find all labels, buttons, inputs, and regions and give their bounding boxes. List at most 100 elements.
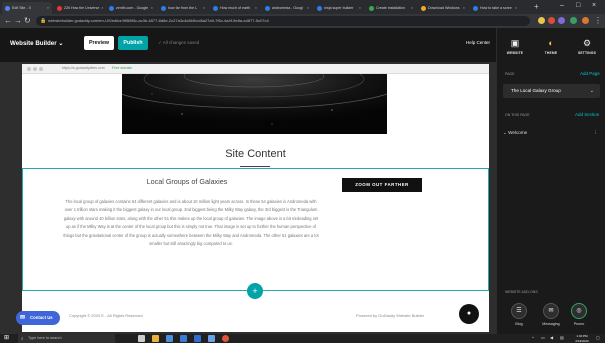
address-text: websitebuilder.godaddy.com/en-US/editor/… <box>48 18 269 23</box>
back-icon[interactable]: ← <box>4 16 12 25</box>
close-window-button[interactable]: × <box>592 2 596 9</box>
address-bar[interactable]: 🔒 websitebuilder.godaddy.com/en-US/edito… <box>36 16 530 26</box>
galaxy-image <box>122 74 387 134</box>
extension-icon[interactable] <box>570 17 577 24</box>
browser-tab[interactable]: Download Windows × <box>418 2 468 14</box>
task-view-icon[interactable] <box>138 335 145 342</box>
taskbar: ⊞ ⌕ Type here to search ^ ▭ ◀ ▤ 1:40 PM … <box>0 334 605 343</box>
browser-tab[interactable]: ninja super builder × <box>314 2 364 14</box>
close-tab-icon[interactable]: × <box>461 6 465 10</box>
extension-icon[interactable] <box>548 17 555 24</box>
window-dot <box>39 67 43 71</box>
chat-icon: ✉ <box>20 315 26 321</box>
zoom-out-button[interactable]: ZOOM OUT FARTHER <box>342 178 422 192</box>
close-tab-icon[interactable]: × <box>357 6 361 10</box>
preview-button[interactable]: Preview <box>84 36 114 50</box>
close-tab-icon[interactable]: × <box>45 6 49 10</box>
clock[interactable]: 1:40 PM 2/19/2020 <box>572 334 592 343</box>
close-tab-icon[interactable]: × <box>99 6 103 10</box>
divider <box>240 166 270 167</box>
browser-tab-strip: Edit Site - X × 226 How the Universe × zenit… <box>0 0 605 14</box>
add-section-button[interactable]: + <box>247 283 263 299</box>
file-explorer-icon[interactable] <box>152 335 159 342</box>
close-tab-icon[interactable]: × <box>305 6 309 10</box>
browser-tab[interactable]: zenith.com - Google × <box>106 2 156 14</box>
minimize-button[interactable]: – <box>560 2 564 9</box>
reload-icon[interactable]: ↻ <box>24 16 31 25</box>
close-tab-icon[interactable]: × <box>513 6 517 10</box>
browser-tab[interactable]: Create installation × <box>366 2 416 14</box>
maximize-button[interactable]: □ <box>576 2 580 9</box>
mail-icon[interactable] <box>180 335 187 342</box>
promo-icon[interactable]: ◎ <box>571 303 587 319</box>
contact-us-button[interactable]: ✉ Contact Us <box>16 311 60 325</box>
app-icon[interactable] <box>208 335 215 342</box>
palette-icon: ◐ <box>548 38 554 48</box>
store-icon[interactable] <box>166 335 173 342</box>
app-icon[interactable] <box>194 335 201 342</box>
new-tab-button[interactable]: + <box>534 2 539 11</box>
favicon-icon <box>421 5 426 11</box>
close-tab-icon[interactable]: × <box>201 6 205 10</box>
chrome-icon[interactable] <box>222 335 229 342</box>
tab-label: how far from the L <box>168 6 197 10</box>
browser-tab[interactable]: Edit Site - X × <box>2 2 52 14</box>
gear-icon: ⚙ <box>582 38 592 48</box>
notifications-icon[interactable]: ▢ <box>596 335 600 340</box>
favicon-icon <box>369 5 374 11</box>
chevron-up-icon[interactable]: ^ <box>532 335 534 340</box>
tab-website[interactable]: ▣ WEBSITE <box>497 38 533 55</box>
tab-label: Create installation <box>376 6 405 10</box>
website-builder-menu[interactable]: Website Builder ⌄ <box>10 40 64 47</box>
chevron-down-icon: ⌄ <box>589 88 594 94</box>
favicon-icon <box>57 5 62 11</box>
extension-icon[interactable] <box>538 17 545 24</box>
browser-toolbar: ← → ↻ 🔒 websitebuilder.godaddy.com/en-US… <box>0 14 605 28</box>
free-domain-badge[interactable]: Free domain <box>112 66 132 70</box>
tab-settings[interactable]: ⚙ SETTINGS <box>569 38 605 55</box>
close-tab-icon[interactable]: × <box>253 6 257 10</box>
browser-tab[interactable]: andromeda - Googl × <box>262 2 312 14</box>
network-icon[interactable]: ▭ <box>541 335 545 340</box>
favicon-icon <box>473 5 478 11</box>
keyboard-icon[interactable]: ▤ <box>560 335 564 340</box>
add-page-link[interactable]: Add Page <box>580 71 600 76</box>
add-section-link[interactable]: Add Section <box>575 112 599 117</box>
volume-icon[interactable]: ◀ <box>550 335 553 340</box>
close-tab-icon[interactable]: × <box>409 6 413 10</box>
save-status: ✓ All changes saved <box>158 40 200 45</box>
browser-tab[interactable]: How much of earth × <box>210 2 260 14</box>
site-preview: https://s-godaddysites.com Free domain S… <box>22 64 489 332</box>
forward-icon[interactable]: → <box>14 16 22 25</box>
promo-label: Promo <box>573 322 585 326</box>
browser-tab[interactable]: how far from the L × <box>158 2 208 14</box>
preview-browser-bar: https://s-godaddysites.com Free domain <box>22 64 489 74</box>
preview-url: https://s-godaddysites.com <box>62 66 105 70</box>
page-select[interactable]: The Local Galaxy Group ⌄ <box>503 84 600 98</box>
browser-tab[interactable]: 226 How the Universe × <box>54 2 104 14</box>
chat-icon[interactable]: ● <box>459 304 479 324</box>
hero-image[interactable] <box>122 74 387 134</box>
taskbar-search[interactable]: ⌕ Type here to search <box>18 334 115 343</box>
tab-theme[interactable]: ◐ THEME <box>533 38 569 55</box>
favicon-icon <box>161 5 166 11</box>
windows-start-icon[interactable]: ⊞ <box>4 335 11 342</box>
extension-icon[interactable] <box>558 17 565 24</box>
search-icon: ⌕ <box>21 336 24 341</box>
footer-copyright: Copyright © 2020 E - All Rights Reserved… <box>69 313 144 318</box>
editor-header: Website Builder ⌄ Preview Publish ✓ All … <box>0 28 496 62</box>
publish-button[interactable]: Publish <box>118 36 148 50</box>
profile-avatar[interactable] <box>582 17 589 24</box>
editor-canvas: https://s-godaddysites.com Free domain S… <box>0 62 496 334</box>
section-item-welcome[interactable]: ⌄ Welcome ⋮ <box>503 128 600 138</box>
chevron-down-icon: ⌄ <box>58 40 64 47</box>
close-tab-icon[interactable]: × <box>149 6 153 10</box>
help-center-link[interactable]: Help Center <box>466 40 490 45</box>
browser-tab[interactable]: How to take a scree × <box>470 2 520 14</box>
add-ons-label: WEBSITE ADD-ONS <box>505 290 538 294</box>
menu-icon[interactable]: ⋮ <box>594 16 602 25</box>
window-dot <box>33 67 37 71</box>
blog-icon[interactable]: ☰ <box>511 303 527 319</box>
messaging-icon[interactable]: ✉ <box>543 303 559 319</box>
more-icon[interactable]: ⋮ <box>593 128 598 138</box>
